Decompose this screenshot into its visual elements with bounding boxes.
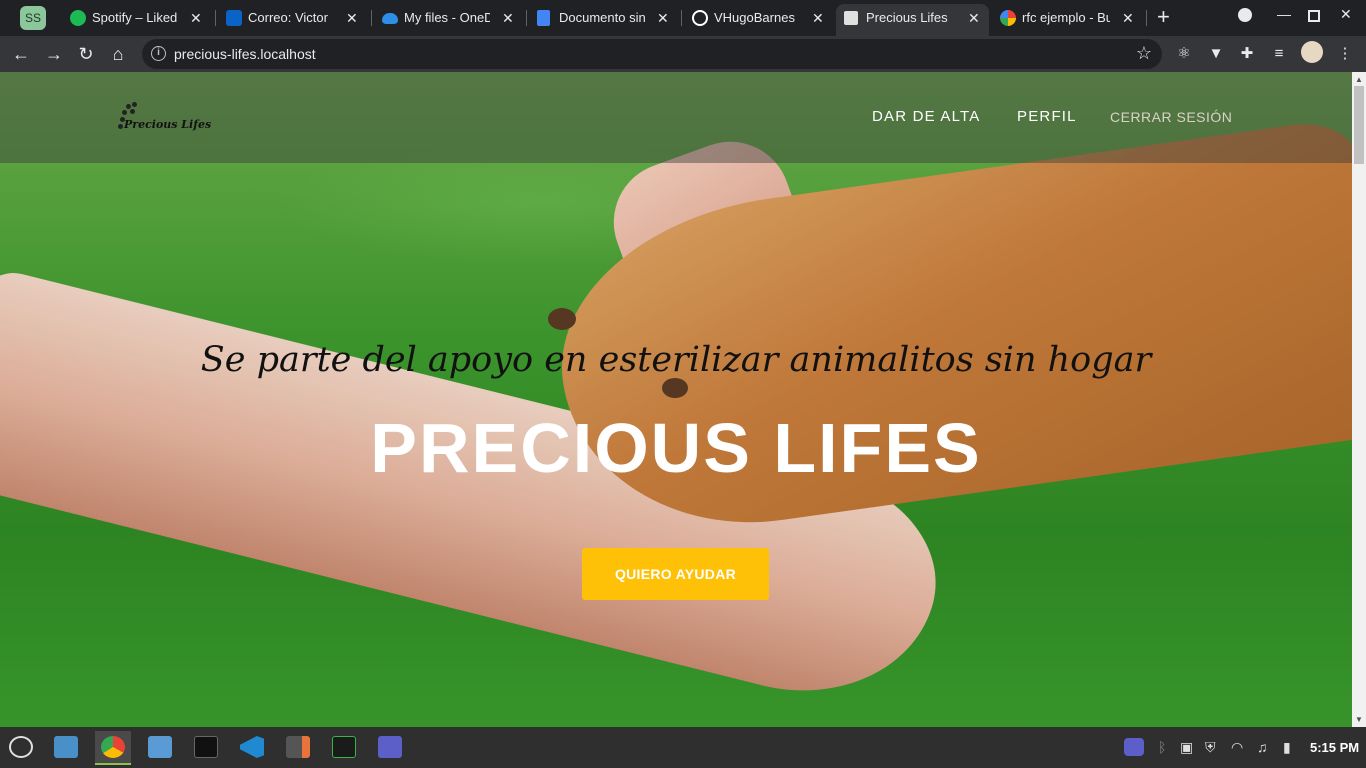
back-icon[interactable]: ← — [9, 42, 33, 66]
tab-google-docs[interactable]: Documento sin ✕ — [529, 4, 679, 32]
tab-search-icon[interactable] — [1238, 8, 1252, 22]
bluetooth-icon[interactable]: ᛒ — [1158, 739, 1166, 755]
profile-avatar[interactable] — [1301, 41, 1323, 63]
quiero-ayudar-button[interactable]: QUIERO AYUDAR — [582, 548, 769, 600]
tab-title: VHugoBarnes ( — [714, 10, 798, 25]
taskbar-chrome[interactable] — [95, 731, 131, 765]
onedrive-icon — [382, 13, 398, 24]
close-tab-icon[interactable]: ✕ — [190, 4, 202, 32]
tab-strip: SS Spotify – Liked S ✕ Correo: Victor H … — [0, 0, 1366, 36]
teams-tray-icon[interactable] — [1124, 738, 1144, 756]
forward-icon[interactable]: → — [42, 42, 66, 66]
profile-badge[interactable]: SS — [20, 6, 46, 30]
taskbar-teams[interactable] — [372, 731, 408, 765]
vscode-icon — [240, 736, 264, 758]
folder-icon — [148, 736, 172, 758]
tab-divider — [215, 10, 216, 26]
new-tab-button[interactable]: + — [1157, 5, 1170, 29]
bookmark-star-icon[interactable]: ☆ — [1136, 43, 1152, 64]
page-scrollbar[interactable]: ▲ ▼ — [1352, 72, 1366, 727]
tab-spotify[interactable]: Spotify – Liked S ✕ — [62, 4, 212, 32]
tab-google-search[interactable]: rfc ejemplo - Bu ✕ — [992, 4, 1142, 32]
site-favicon-icon — [844, 11, 858, 25]
tab-outlook[interactable]: Correo: Victor H ✕ — [218, 4, 368, 32]
address-bar[interactable]: i precious-lifes.localhost ☆ — [142, 39, 1162, 69]
nav-cerrar-sesion[interactable]: CERRAR SESIÓN — [1110, 109, 1232, 125]
github-icon — [692, 10, 708, 26]
shield-icon[interactable]: ⛨ — [1205, 739, 1216, 756]
taskbar-terminal[interactable] — [188, 731, 224, 765]
files-icon — [54, 736, 78, 758]
system-monitor-icon — [332, 736, 356, 758]
url-text[interactable]: precious-lifes.localhost — [174, 39, 316, 69]
hero-tagline: Se parte del apoyo en esterilizar animal… — [200, 340, 1152, 380]
close-tab-icon[interactable]: ✕ — [346, 4, 358, 32]
tab-divider — [1146, 10, 1147, 26]
home-icon[interactable]: ⌂ — [106, 42, 130, 66]
google-icon — [1000, 10, 1016, 26]
scroll-thumb[interactable] — [1354, 86, 1364, 164]
taskbar-system-monitor[interactable] — [326, 731, 362, 765]
nav-perfil[interactable]: PERFIL — [1017, 108, 1077, 125]
react-devtools-icon[interactable]: ⚛ — [1174, 44, 1194, 64]
tab-title: Correo: Victor H — [248, 10, 332, 25]
teams-icon — [378, 736, 402, 758]
close-tab-icon[interactable]: ✕ — [1122, 4, 1134, 32]
outlook-icon — [226, 10, 242, 26]
close-tab-icon[interactable]: ✕ — [968, 4, 980, 32]
tab-title: rfc ejemplo - Bu — [1022, 10, 1110, 25]
taskbar-calculator[interactable] — [280, 731, 316, 765]
tab-precious-lifes[interactable]: Precious Lifes ✕ — [836, 4, 989, 36]
tab-title: My files - OneD — [404, 10, 490, 25]
clipboard-icon[interactable]: ▣ — [1180, 739, 1193, 756]
scroll-down-icon[interactable]: ▼ — [1355, 715, 1363, 724]
close-tab-icon[interactable]: ✕ — [657, 4, 669, 32]
site-logo[interactable]: Precious Lifes — [116, 100, 211, 136]
page-viewport: Precious Lifes DAR DE ALTA PERFIL CERRAR… — [0, 72, 1352, 727]
start-menu-button[interactable] — [3, 731, 39, 765]
google-docs-icon — [537, 10, 550, 26]
browser-menu-icon[interactable]: ⋮ — [1335, 44, 1355, 64]
taskbar-vscode[interactable] — [234, 731, 270, 765]
sound-icon[interactable]: ♫ — [1257, 739, 1268, 755]
scroll-up-icon[interactable]: ▲ — [1355, 75, 1363, 84]
tab-title: Precious Lifes — [866, 10, 948, 25]
vue-devtools-icon[interactable]: ▼ — [1206, 44, 1226, 64]
taskbar-files[interactable] — [48, 731, 84, 765]
close-window-icon[interactable]: ✕ — [1340, 6, 1352, 23]
tab-divider — [681, 10, 682, 26]
browser-toolbar: ← → ↻ ⌂ i precious-lifes.localhost ☆ ⚛ ▼… — [0, 36, 1366, 72]
tab-divider — [526, 10, 527, 26]
extensions-puzzle-icon[interactable]: ✚ — [1237, 44, 1257, 64]
terminal-icon — [194, 736, 218, 758]
chrome-icon — [101, 736, 125, 758]
mint-logo-icon — [9, 736, 33, 758]
media-queue-icon[interactable]: ≡ — [1269, 44, 1289, 64]
tab-onedrive[interactable]: My files - OneD ✕ — [374, 4, 524, 32]
clock[interactable]: 5:15 PM — [1310, 740, 1359, 755]
maximize-icon[interactable] — [1308, 10, 1320, 22]
calculator-icon — [286, 736, 310, 758]
taskbar-folder[interactable] — [142, 731, 178, 765]
tab-divider — [371, 10, 372, 26]
hero-overlay — [0, 72, 1352, 727]
close-tab-icon[interactable]: ✕ — [812, 4, 824, 32]
hero-title: PRECIOUS LIFES — [370, 409, 982, 487]
tab-github[interactable]: VHugoBarnes ( ✕ — [684, 4, 834, 32]
battery-icon[interactable]: ▮ — [1283, 739, 1291, 756]
spotify-icon — [70, 10, 86, 26]
tab-title: Documento sin — [559, 10, 646, 25]
logo-text: Precious Lifes — [124, 118, 212, 131]
minimize-icon[interactable]: — — [1277, 6, 1291, 22]
site-header: Precious Lifes DAR DE ALTA PERFIL CERRAR… — [0, 72, 1352, 163]
close-tab-icon[interactable]: ✕ — [502, 4, 514, 32]
os-taskbar: ᛒ ▣ ⛨ ◠ ♫ ▮ 5:15 PM — [0, 727, 1366, 768]
nav-dar-de-alta[interactable]: DAR DE ALTA — [872, 108, 981, 125]
wifi-icon[interactable]: ◠ — [1231, 739, 1243, 756]
reload-icon[interactable]: ↻ — [74, 42, 98, 66]
tab-title: Spotify – Liked S — [92, 10, 178, 25]
site-info-icon[interactable]: i — [151, 46, 166, 61]
